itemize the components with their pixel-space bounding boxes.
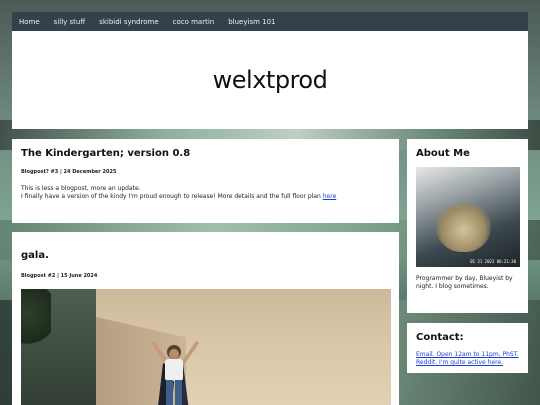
nav-item-coco-martin[interactable]: coco martin [173,18,215,26]
person-figure [151,341,199,405]
photo-timestamp: 01 21 2023 06:21:30 [470,259,516,264]
post-body-line: This is less a blogpost, more an update. [21,185,141,192]
top-navigation: Home silly stuff skibidi syndrome coco m… [12,12,528,31]
floor-plan-link[interactable]: here [323,193,337,200]
nav-item-blueyism-101[interactable]: blueyism 101 [228,18,275,26]
post-meta: Blogpost? #3 | 24 December 2025 [21,169,117,175]
post-meta: Blogpost #2 | 15 June 2024 [21,273,98,279]
nav-item-skibidi-syndrome[interactable]: skibidi syndrome [99,18,158,26]
post-title[interactable]: The Kindergarten; version 0.8 [21,148,390,159]
post-body: This is less a blogpost, more an update.… [21,185,390,201]
site-header: welxtprod [12,31,528,129]
nav-item-home[interactable]: Home [19,18,40,26]
about-title: About Me [416,148,470,159]
post-title[interactable]: gala. [21,250,390,261]
contact-title: Contact: [416,332,464,343]
blog-post: The Kindergarten; version 0.8 Blogpost? … [12,139,399,223]
email-link[interactable]: Email. Open 12am to 11pm, PhST. [416,351,519,359]
photo-tree [21,289,51,349]
nav-item-silly-stuff[interactable]: silly stuff [54,18,86,26]
contact-widget: Contact: Email. Open 12am to 11pm, PhST.… [407,323,528,373]
about-photo: 01 21 2023 06:21:30 [416,167,520,267]
site-title: welxtprod [212,66,328,94]
about-me-widget: About Me 01 21 2023 06:21:30 Programmer … [407,139,528,313]
blog-post: gala. Blogpost #2 | 15 June 2024 [12,232,399,405]
post-photo [21,289,391,405]
reddit-link[interactable]: Reddit. I'm quite active here. [416,359,519,367]
photo-splash [436,197,491,252]
post-body-text: I finally have a version of the kindy I'… [21,193,323,200]
about-text: Programmer by day, Blueyist by night. I … [416,275,513,290]
post-body-line: I finally have a version of the kindy I'… [21,193,390,201]
